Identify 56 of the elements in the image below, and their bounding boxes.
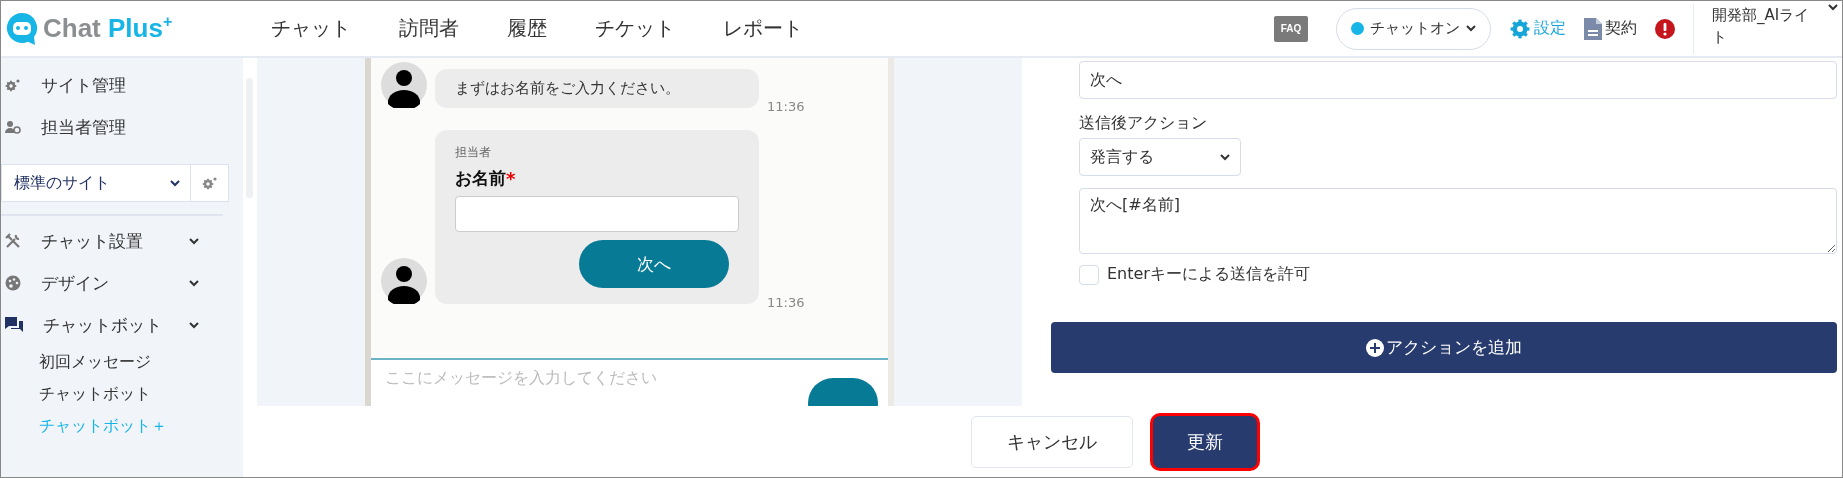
avatar-icon — [381, 62, 427, 108]
add-action-button[interactable]: アクションを追加 — [1051, 322, 1837, 373]
field-label: お名前 — [455, 167, 506, 190]
expand-chevron-icon — [189, 279, 199, 287]
field-label: 送信後アクション — [1079, 113, 1208, 134]
nav-link[interactable]: チケット — [595, 15, 675, 42]
gear-icon — [5, 78, 21, 92]
document-icon — [1584, 17, 1602, 40]
sidebar-item[interactable]: チャットボット — [43, 313, 169, 337]
contract-link[interactable]: 契約 — [1584, 17, 1637, 40]
sidebar-item[interactable]: デザイン — [41, 271, 169, 295]
settings-icon — [1509, 17, 1531, 40]
chat-icon — [5, 317, 23, 333]
message-time: 11:36 — [767, 295, 805, 310]
button-label-field[interactable]: 次へ — [1079, 61, 1837, 99]
name-input-field[interactable] — [455, 196, 739, 232]
chevron-down-icon — [1466, 25, 1476, 32]
sidebar-item[interactable]: 担当者管理 — [41, 115, 126, 139]
chevron-down-icon — [170, 179, 180, 187]
avatar-icon — [381, 258, 427, 304]
site-select[interactable]: 標準のサイト — [1, 164, 191, 202]
site-settings-button[interactable] — [191, 164, 229, 202]
nav-link[interactable]: チャット — [271, 15, 351, 42]
alert-icon — [1655, 18, 1675, 39]
status-dropdown[interactable]: チャットオン — [1336, 7, 1491, 50]
speech-bubble-logo-icon — [5, 10, 39, 47]
message-text: まずはお名前をご入力ください。 — [455, 79, 681, 98]
message-time: 11:36 — [767, 99, 805, 114]
chevron-down-icon — [1828, 3, 1838, 11]
next-button[interactable]: 次へ — [579, 240, 729, 288]
sidebar-item[interactable]: チャット設置 — [41, 229, 169, 253]
user-gear-icon — [5, 120, 21, 134]
user-menu[interactable]: 開発部_AIライト — [1712, 3, 1824, 48]
sidebar-item[interactable]: サイト管理 — [41, 73, 126, 97]
nav-link[interactable]: 訪問者 — [399, 15, 459, 42]
sidebar-subitem[interactable]: 初回メッセージ — [1, 346, 243, 378]
checkbox[interactable] — [1079, 264, 1099, 285]
action-select[interactable]: 発言する — [1079, 138, 1241, 176]
plus-circle-icon — [1366, 338, 1384, 357]
cancel-button[interactable]: キャンセル — [970, 415, 1133, 468]
update-button[interactable]: 更新 — [1152, 415, 1257, 468]
nav-link[interactable]: 履歴 — [507, 15, 547, 42]
tools-icon — [5, 233, 21, 249]
faq-button[interactable]: FAQ — [1274, 15, 1308, 42]
required-mark: * — [506, 168, 516, 189]
sender-name: 担当者 — [455, 144, 492, 161]
expand-chevron-icon — [189, 237, 199, 245]
nav-link[interactable]: レポート — [723, 15, 803, 42]
expand-chevron-icon — [189, 321, 199, 329]
gear-icon — [201, 176, 218, 190]
palette-icon — [5, 275, 21, 291]
sidebar-subitem[interactable]: チャットボット — [1, 378, 243, 410]
chevron-down-icon — [1220, 153, 1230, 161]
message-textarea[interactable]: 次へ[#名前] — [1079, 188, 1837, 254]
logo-text: Chat Plus$^{+}$ — [43, 13, 173, 44]
checkbox-label: Enterキーによる送信を許可 — [1107, 264, 1310, 285]
